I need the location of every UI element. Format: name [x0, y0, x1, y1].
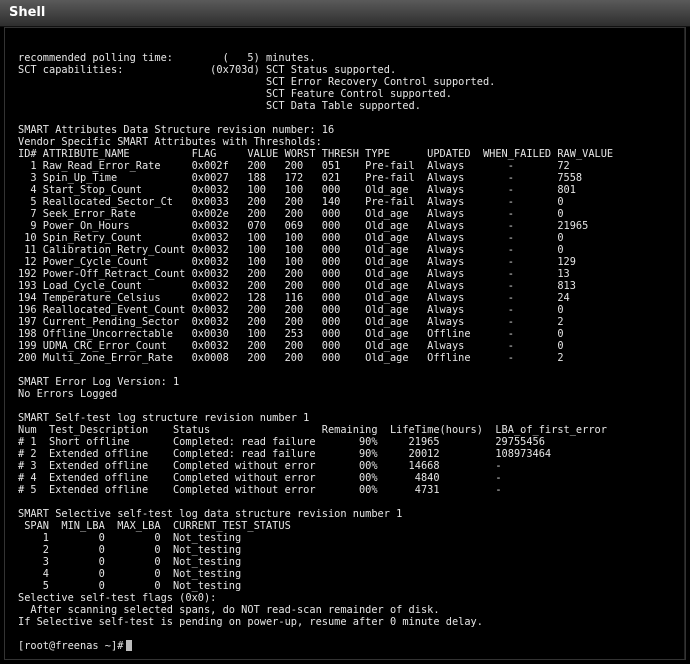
terminal-line: ID# ATTRIBUTE_NAME FLAG VALUE WORST THRE… — [18, 148, 614, 160]
terminal-line: 1 0 0 Not_testing — [18, 532, 242, 544]
terminal-line: 1 Raw_Read_Error_Rate 0x002f 200 200 051… — [18, 160, 570, 172]
terminal-line: 2 0 0 Not_testing — [18, 544, 242, 556]
terminal-line: Selective self-test flags (0x0): — [18, 592, 217, 604]
terminal-line: SMART Attributes Data Structure revision… — [18, 124, 335, 136]
terminal-line: # 5 Extended offline Completed without e… — [18, 484, 502, 496]
terminal-line: 198 Offline_Uncorrectable 0x0030 100 253… — [18, 328, 564, 340]
terminal-line: If Selective self-test is pending on pow… — [18, 616, 483, 628]
terminal-line: 9 Power_On_Hours 0x0032 070 069 000 Old_… — [18, 220, 589, 232]
terminal-line: 7 Seek_Error_Rate 0x002e 200 200 000 Old… — [18, 208, 564, 220]
terminal-line: SPAN MIN_LBA MAX_LBA CURRENT_TEST_STATUS — [18, 520, 291, 532]
terminal-line: 5 0 0 Not_testing — [18, 580, 242, 592]
terminal-line: 12 Power_Cycle_Count 0x0032 100 100 000 … — [18, 256, 576, 268]
terminal-line: 200 Multi_Zone_Error_Rate 0x0008 200 200… — [18, 352, 564, 364]
terminal-edge — [684, 28, 685, 659]
terminal-line: SMART Error Log Version: 1 — [18, 376, 180, 388]
terminal-line: # 2 Extended offline Completed: read fai… — [18, 448, 552, 460]
terminal-output: recommended polling time: ( 5) minutes. … — [18, 52, 613, 628]
text-cursor — [126, 640, 133, 651]
terminal-line: Vendor Specific SMART Attributes with Th… — [18, 136, 322, 148]
terminal-line: 4 0 0 Not_testing — [18, 568, 242, 580]
terminal-line: 196 Reallocated_Event_Count 0x0032 200 2… — [18, 304, 564, 316]
terminal-line: SMART Self-test log structure revision n… — [18, 412, 310, 424]
terminal-line: 197 Current_Pending_Sector 0x0032 200 20… — [18, 316, 564, 328]
terminal-line: 4 Start_Stop_Count 0x0032 100 100 000 Ol… — [18, 184, 576, 196]
terminal-line: 193 Load_Cycle_Count 0x0032 200 200 000 … — [18, 280, 576, 292]
terminal-line: 194 Temperature_Celsius 0x0022 128 116 0… — [18, 292, 570, 304]
terminal-line: No Errors Logged — [18, 388, 118, 400]
terminal-line: SCT capabilities: (0x703d) SCT Status su… — [18, 64, 397, 76]
shell-prompt: [root@freenas ~]# — [18, 640, 124, 652]
terminal-line: After scanning selected spans, do NOT re… — [18, 604, 440, 616]
terminal-line: # 3 Extended offline Completed without e… — [18, 460, 502, 472]
terminal-line: # 4 Extended offline Completed without e… — [18, 472, 502, 484]
terminal-window[interactable]: recommended polling time: ( 5) minutes. … — [4, 27, 686, 660]
terminal-line: Num Test_Description Status Remaining Li… — [18, 424, 607, 436]
terminal-line: SMART Selective self-test log data struc… — [18, 508, 403, 520]
terminal-line: 3 0 0 Not_testing — [18, 556, 242, 568]
terminal-line: recommended polling time: ( 5) minutes. — [18, 52, 316, 64]
window-title: Shell — [9, 5, 46, 20]
terminal-line: 10 Spin_Retry_Count 0x0032 100 100 000 O… — [18, 232, 564, 244]
terminal-line: SCT Data Table supported. — [18, 100, 421, 112]
terminal-line: # 1 Short offline Completed: read failur… — [18, 436, 545, 448]
terminal-line: 3 Spin_Up_Time 0x0027 188 172 021 Pre-fa… — [18, 172, 583, 184]
shell-title-bar: Shell — [0, 0, 690, 27]
terminal-line: 11 Calibration_Retry_Count 0x0032 100 10… — [18, 244, 564, 256]
prompt-line[interactable]: [root@freenas ~]# — [18, 639, 133, 653]
terminal-line: SCT Feature Control supported. — [18, 88, 452, 100]
terminal-line: SCT Error Recovery Control supported. — [18, 76, 496, 88]
terminal-line: 192 Power-Off_Retract_Count 0x0032 200 2… — [18, 268, 570, 280]
terminal-line: 5 Reallocated_Sector_Ct 0x0033 200 200 1… — [18, 196, 564, 208]
terminal-line: 199 UDMA_CRC_Error_Count 0x0032 200 200 … — [18, 340, 564, 352]
